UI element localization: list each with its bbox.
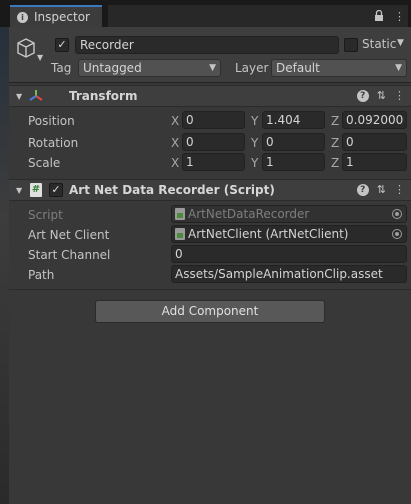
- scale-x-field[interactable]: 1: [182, 153, 245, 171]
- inspector-panel: ▼ ✓ Recorder Static ▼ Tag Untagged ▼ Lay…: [9, 27, 411, 504]
- rotation-x-field[interactable]: 0: [182, 133, 245, 151]
- tab-area: [108, 5, 408, 27]
- lock-icon[interactable]: [374, 9, 384, 24]
- scale-y-field[interactable]: 1: [262, 153, 325, 171]
- recorder-enabled-checkbox[interactable]: ✓: [49, 183, 63, 197]
- scale-label: Scale: [28, 156, 61, 170]
- start-channel-field[interactable]: 0: [171, 245, 407, 263]
- transform-header[interactable]: ▼ Transform ? ⇅ ⋮: [9, 85, 411, 107]
- object-picker-icon: [392, 209, 402, 219]
- tab-inspector-label: Inspector: [34, 10, 90, 24]
- script-icon: #: [30, 183, 42, 197]
- layer-dropdown[interactable]: Default ▼: [271, 59, 407, 77]
- tag-dropdown[interactable]: Untagged ▼: [78, 59, 221, 77]
- scale-z-field[interactable]: 1: [342, 153, 407, 171]
- tab-tools: ⋮: [374, 9, 405, 24]
- gameobject-cube-icon[interactable]: [15, 37, 37, 59]
- scale-z-axis[interactable]: Z: [331, 156, 339, 170]
- scale-x-axis[interactable]: X: [171, 156, 179, 170]
- help-icon[interactable]: ?: [356, 90, 369, 102]
- layer-value: Default: [276, 61, 320, 75]
- recorder-header[interactable]: ▼ # ✓ Art Net Data Recorder (Script) ? ⇅…: [9, 179, 411, 201]
- tag-label: Tag: [51, 61, 72, 75]
- transform-header-icons: ? ⇅ ⋮: [356, 89, 405, 102]
- script-label: Script: [28, 208, 63, 222]
- position-x-field[interactable]: 0: [182, 111, 245, 129]
- info-icon: i: [17, 11, 28, 23]
- rotation-label: Rotation: [28, 136, 79, 150]
- tag-value: Untagged: [83, 61, 142, 75]
- foldout-icon[interactable]: ▼: [16, 186, 22, 195]
- gameobject-name-field[interactable]: Recorder: [75, 36, 339, 54]
- more-icon[interactable]: ⋮: [394, 10, 405, 24]
- rotation-z-field[interactable]: 0: [342, 133, 407, 151]
- add-component-button[interactable]: Add Component: [95, 300, 325, 323]
- object-picker-icon[interactable]: [392, 229, 402, 239]
- static-checkbox[interactable]: [344, 38, 358, 52]
- script-file-icon: [175, 228, 185, 240]
- script-value: ArtNetDataRecorder: [188, 207, 310, 221]
- transform-title: Transform: [69, 89, 138, 103]
- rotation-z-axis[interactable]: Z: [331, 136, 339, 150]
- scale-y-axis[interactable]: Y: [251, 156, 258, 170]
- active-checkbox[interactable]: ✓: [55, 38, 69, 52]
- scene-view-edge: [0, 27, 9, 504]
- position-y-axis[interactable]: Y: [251, 114, 258, 128]
- position-z-axis[interactable]: Z: [331, 114, 339, 128]
- static-label: Static: [362, 37, 397, 51]
- help-icon[interactable]: ?: [356, 184, 369, 196]
- art-net-client-label: Art Net Client: [28, 228, 110, 242]
- rotation-y-field[interactable]: 0: [262, 133, 325, 151]
- preset-icon[interactable]: ⇅: [377, 183, 386, 196]
- rotation-x-axis[interactable]: X: [171, 136, 179, 150]
- position-x-axis[interactable]: X: [171, 114, 179, 128]
- script-file-icon: [175, 208, 185, 220]
- foldout-icon[interactable]: ▼: [16, 92, 22, 101]
- script-field: ArtNetDataRecorder: [171, 205, 407, 223]
- start-channel-label: Start Channel: [28, 248, 111, 262]
- path-field[interactable]: Assets/SampleAnimationClip.asset: [171, 265, 407, 283]
- rotation-y-axis[interactable]: Y: [251, 136, 258, 150]
- position-z-field[interactable]: 0.092000: [342, 111, 407, 129]
- recorder-header-icons: ? ⇅ ⋮: [356, 183, 405, 196]
- position-label: Position: [28, 114, 75, 128]
- more-icon[interactable]: ⋮: [394, 89, 405, 102]
- more-icon[interactable]: ⋮: [394, 183, 405, 196]
- position-y-field[interactable]: 1.404: [262, 111, 325, 129]
- recorder-title: Art Net Data Recorder (Script): [69, 183, 275, 197]
- gameobject-header: ▼ ✓ Recorder Static ▼ Tag Untagged ▼ Lay…: [9, 27, 411, 83]
- path-label: Path: [28, 268, 55, 282]
- tab-strip: i Inspector ⋮: [0, 0, 411, 27]
- icon-dropdown-arrow-icon[interactable]: ▼: [37, 53, 43, 62]
- static-dropdown-arrow-icon[interactable]: ▼: [397, 38, 404, 48]
- art-net-client-value: ArtNetClient (ArtNetClient): [188, 227, 349, 241]
- layer-label: Layer: [235, 61, 269, 75]
- tab-inspector[interactable]: i Inspector: [10, 5, 102, 27]
- art-net-client-field[interactable]: ArtNetClient (ArtNetClient): [171, 225, 407, 243]
- divider: [9, 289, 411, 290]
- chevron-down-icon: ▼: [209, 63, 216, 73]
- preset-icon[interactable]: ⇅: [377, 89, 386, 102]
- transform-icon: [29, 90, 43, 101]
- chevron-down-icon: ▼: [395, 63, 402, 73]
